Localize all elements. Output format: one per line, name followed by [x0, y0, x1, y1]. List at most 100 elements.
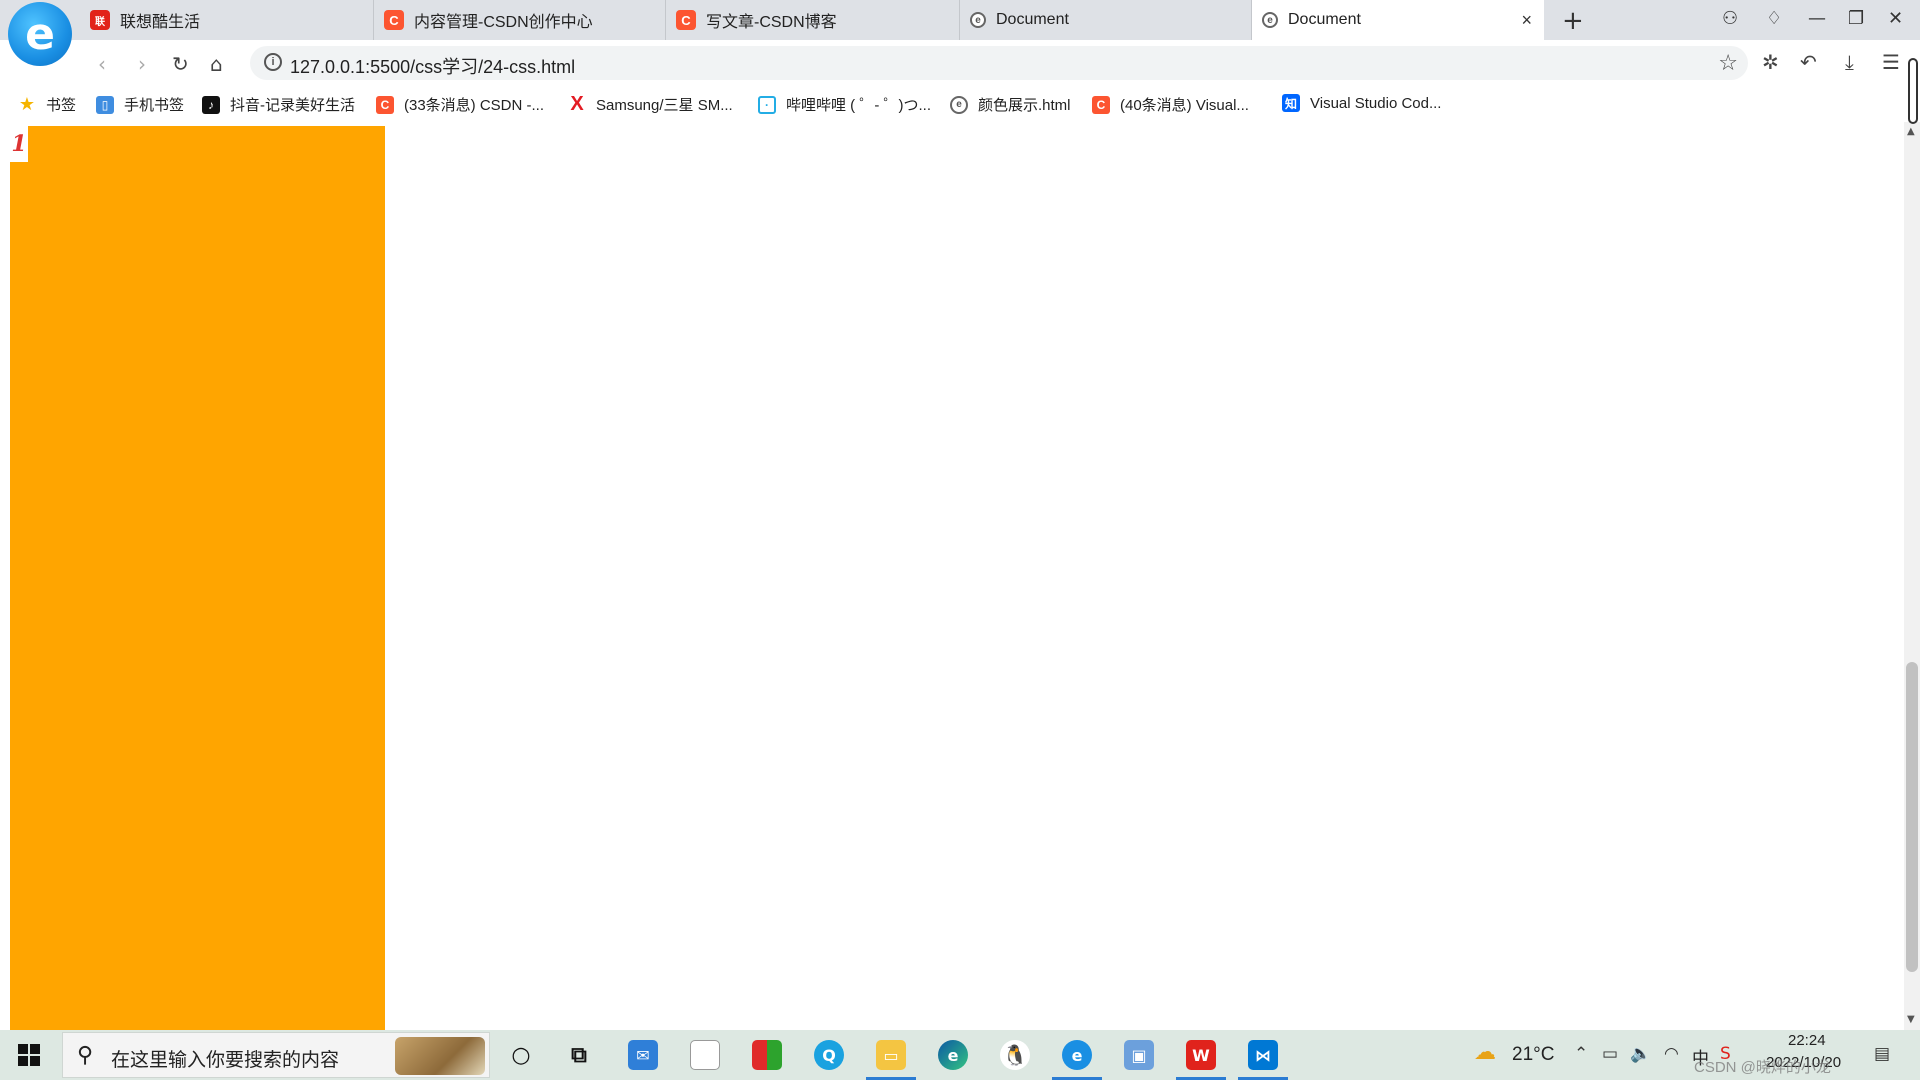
- browser-logo-icon[interactable]: e: [8, 2, 72, 66]
- bookmark-label: Samsung/三星 SM...: [596, 97, 733, 114]
- bookmark-label: 抖音-记录美好生活: [230, 97, 355, 114]
- bookmark-item[interactable]: ▯ 手机书签: [96, 94, 184, 115]
- bookmark-label: 颜色展示.html: [978, 97, 1071, 114]
- notepad-icon[interactable]: [690, 1040, 720, 1070]
- extensions-icon[interactable]: ✲: [1762, 50, 1779, 74]
- tab-label: Document: [1288, 11, 1361, 28]
- bookmark-label: 手机书签: [124, 97, 185, 114]
- wps-icon[interactable]: W: [1186, 1040, 1216, 1070]
- bookmark-label: 书签: [46, 97, 77, 114]
- browser-e-icon[interactable]: e: [1062, 1040, 1092, 1070]
- tab-label: 内容管理-CSDN创作中心: [414, 14, 593, 31]
- bookmark-item[interactable]: C (40条消息) Visual...: [1092, 94, 1249, 115]
- document-icon: e: [1262, 12, 1278, 28]
- bookmark-star-icon[interactable]: ☆: [1718, 50, 1738, 76]
- document-icon: e: [950, 95, 968, 114]
- forward-icon[interactable]: ›: [138, 52, 146, 76]
- cortana-icon[interactable]: ○: [506, 1040, 536, 1070]
- reload-icon[interactable]: ↻: [172, 52, 189, 76]
- search-highlight-image: [395, 1037, 485, 1075]
- menu-icon[interactable]: ☰: [1882, 50, 1900, 74]
- bookmark-item[interactable]: C (33条消息) CSDN -...: [376, 94, 544, 115]
- tab-bar: e 联 联想酷生活 C 内容管理-CSDN创作中心 C 写文章-CSDN博客 e…: [0, 0, 1920, 66]
- bookmark-item[interactable]: ★ 书签: [18, 94, 76, 115]
- sidebar-toggle-icon[interactable]: [1908, 58, 1918, 124]
- bilibili-icon: ·: [758, 95, 776, 114]
- bookmark-label: (40条消息) Visual...: [1120, 97, 1249, 114]
- clock-time[interactable]: 22:24: [1788, 1032, 1826, 1049]
- x-icon: X: [570, 93, 584, 115]
- bookmark-item[interactable]: e 颜色展示.html: [950, 94, 1071, 115]
- bookmark-label: Visual Studio Cod...: [1310, 94, 1442, 112]
- search-icon: ⚲: [77, 1043, 94, 1068]
- tab-label: Document: [996, 11, 1069, 28]
- edge-icon[interactable]: e: [938, 1040, 968, 1070]
- user-icon[interactable]: ⚇: [1722, 8, 1738, 29]
- chevron-up-icon[interactable]: ⌃: [1574, 1044, 1588, 1064]
- browser-blue-icon[interactable]: Q: [814, 1040, 844, 1070]
- qq-icon[interactable]: 🐧: [1000, 1040, 1030, 1070]
- taskbar-search[interactable]: ⚲ 在这里输入你要搜索的内容: [62, 1032, 490, 1078]
- corner-badge: 1: [10, 126, 28, 162]
- bookmark-item[interactable]: X Samsung/三星 SM...: [568, 93, 733, 115]
- wifi-icon[interactable]: ◠: [1664, 1044, 1679, 1064]
- phone-bookmark-icon: ▯: [96, 95, 114, 114]
- csdn-watermark: CSDN @晓烨的小龙: [1694, 1059, 1831, 1076]
- tab-csdn-write[interactable]: C 写文章-CSDN博客: [666, 0, 960, 40]
- new-tab-button[interactable]: +: [1562, 6, 1584, 36]
- tab-document-active[interactable]: e Document ×: [1252, 0, 1544, 40]
- document-icon: e: [970, 12, 986, 28]
- undo-icon[interactable]: ↶: [1800, 50, 1817, 74]
- scroll-down-icon[interactable]: ▼: [1907, 1014, 1915, 1025]
- bookmark-item[interactable]: · 哔哩哔哩 ( ゜- ゜)つ...: [758, 94, 931, 115]
- vertical-scrollbar[interactable]: ▲ ▼: [1904, 122, 1920, 1030]
- scroll-up-icon[interactable]: ▲: [1907, 126, 1915, 137]
- bookmark-item[interactable]: 知 Visual Studio Cod...: [1282, 94, 1441, 112]
- info-icon[interactable]: i: [264, 53, 282, 71]
- star-icon: ★: [18, 94, 36, 114]
- address-bar[interactable]: i 127.0.0.1:5500/css学习/24-css.html ☆: [250, 46, 1748, 80]
- file-explorer-icon[interactable]: ▭: [876, 1040, 906, 1070]
- tab-document-1[interactable]: e Document: [960, 0, 1252, 40]
- zhihu-icon: 知: [1282, 94, 1300, 112]
- tab-csdn-content[interactable]: C 内容管理-CSDN创作中心: [374, 0, 666, 40]
- bookmark-label: 哔哩哔哩 ( ゜- ゜)つ...: [786, 97, 931, 114]
- vscode-icon[interactable]: ⋈: [1248, 1040, 1278, 1070]
- lenovo-icon: 联: [90, 10, 110, 30]
- bookmarks-bar: ★ 书签 ▯ 手机书签 ♪ 抖音-记录美好生活 C (33条消息) CSDN -…: [0, 86, 1920, 122]
- notification-center-icon[interactable]: ▤: [1874, 1044, 1890, 1064]
- task-view-icon[interactable]: ⧉: [564, 1040, 594, 1070]
- minimize-button[interactable]: —: [1808, 8, 1826, 29]
- weather-icon[interactable]: ☁: [1474, 1040, 1496, 1065]
- csdn-icon: C: [676, 10, 696, 30]
- bookmark-item[interactable]: ♪ 抖音-记录美好生活: [202, 94, 355, 115]
- scroll-thumb[interactable]: [1906, 662, 1918, 972]
- windows-start-icon[interactable]: [18, 1044, 40, 1066]
- douyin-icon: ♪: [202, 95, 220, 114]
- download-icon[interactable]: ⤓: [1845, 50, 1854, 74]
- restore-button[interactable]: ❐: [1848, 8, 1864, 29]
- back-icon[interactable]: ‹: [98, 52, 106, 76]
- bookmark-label: (33条消息) CSDN -...: [404, 97, 545, 114]
- url-text[interactable]: 127.0.0.1:5500/css学习/24-css.html: [290, 53, 575, 79]
- close-window-button[interactable]: ✕: [1888, 8, 1903, 29]
- computer-icon[interactable]: ▣: [1124, 1040, 1154, 1070]
- home-icon[interactable]: ⌂: [210, 52, 223, 76]
- csdn-icon: C: [376, 95, 394, 114]
- navigation-toolbar: ‹ › ↻ ⌂ i 127.0.0.1:5500/css学习/24-css.ht…: [0, 40, 1920, 100]
- orange-box: [10, 126, 385, 1030]
- app-cube-icon[interactable]: [752, 1040, 782, 1070]
- search-input[interactable]: 在这里输入你要搜索的内容: [111, 1045, 339, 1072]
- shirt-icon[interactable]: ♢: [1766, 8, 1782, 29]
- weather-temperature[interactable]: 21°C: [1512, 1044, 1554, 1066]
- volume-icon[interactable]: 🔈: [1630, 1044, 1651, 1064]
- tab-label: 联想酷生活: [120, 14, 201, 31]
- close-icon[interactable]: ×: [1521, 10, 1532, 31]
- battery-icon[interactable]: ▭: [1602, 1044, 1618, 1064]
- mail-icon[interactable]: ✉: [628, 1040, 658, 1070]
- tab-label: 写文章-CSDN博客: [706, 14, 837, 31]
- tab-lenovo[interactable]: 联 联想酷生活: [80, 0, 374, 40]
- csdn-icon: C: [1092, 95, 1110, 114]
- page-viewport: 1: [0, 122, 1904, 1030]
- csdn-icon: C: [384, 10, 404, 30]
